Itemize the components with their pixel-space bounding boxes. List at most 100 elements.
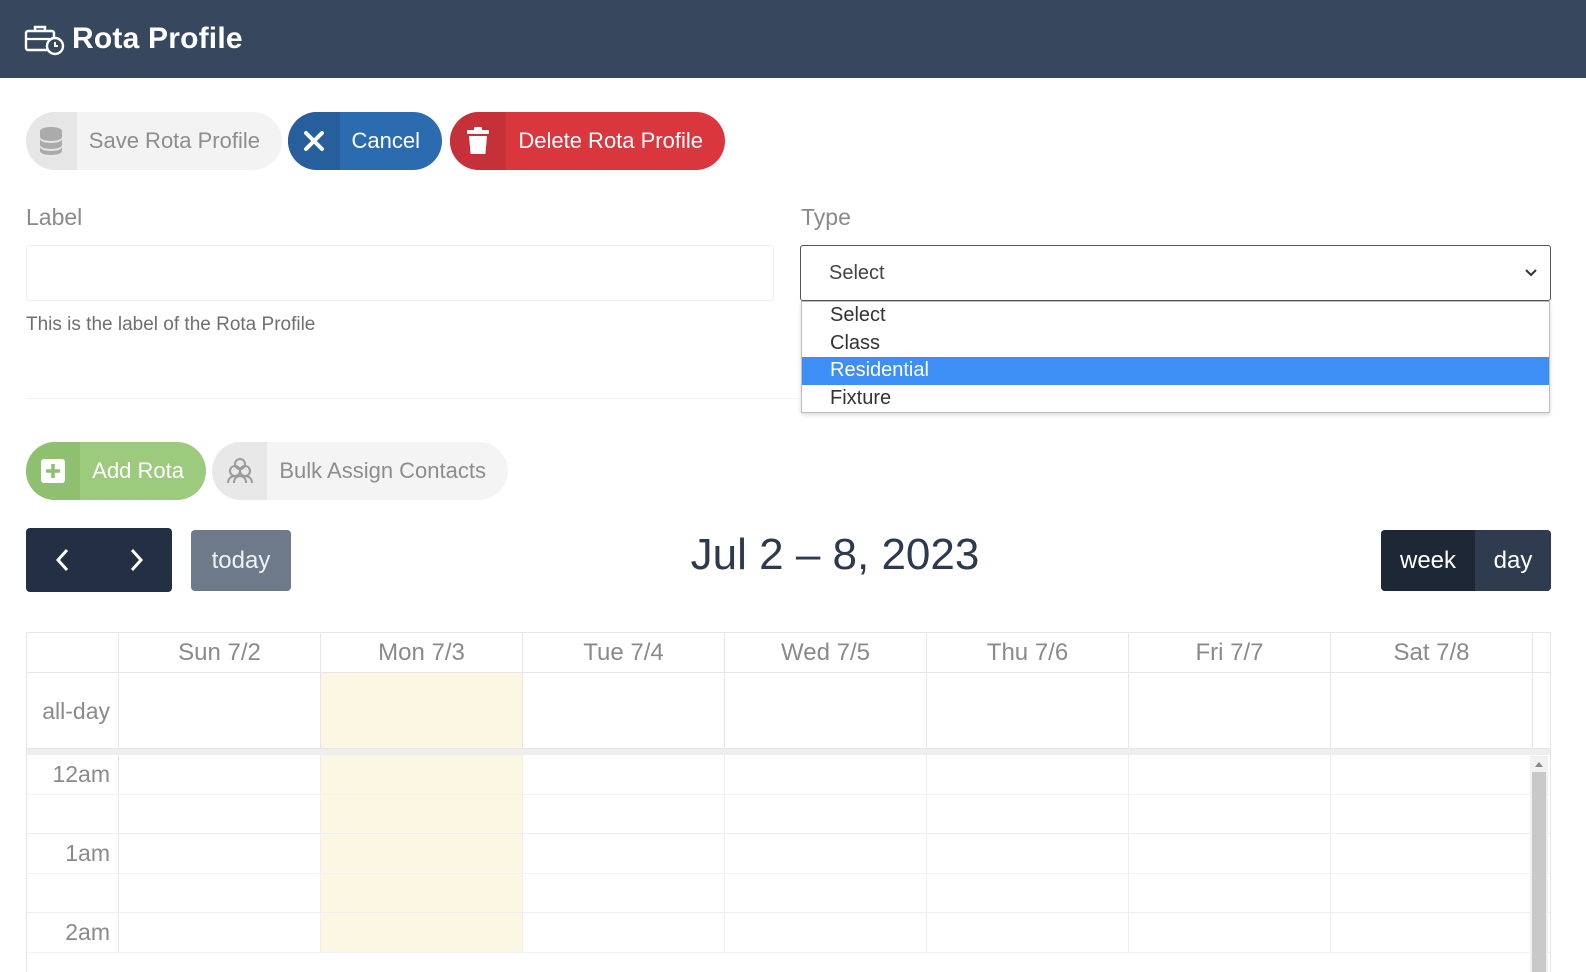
week-view-button[interactable]: week xyxy=(1381,530,1475,591)
time-slot[interactable] xyxy=(523,913,725,952)
time-slot[interactable] xyxy=(1331,873,1533,912)
delete-rota-profile-button[interactable]: Delete Rota Profile xyxy=(450,112,725,170)
scrollbar-thumb[interactable] xyxy=(1532,772,1546,972)
add-rota-label: Add Rota xyxy=(92,458,184,483)
time-slot[interactable] xyxy=(119,913,321,952)
app-header: Rota Profile xyxy=(0,0,1586,78)
database-icon xyxy=(26,112,77,170)
type-dropdown-list: Select Class Residential Fixture xyxy=(801,301,1550,413)
type-select[interactable]: Select xyxy=(800,245,1551,301)
type-option-select[interactable]: Select xyxy=(802,302,1549,330)
close-icon xyxy=(288,112,340,170)
type-option-fixture[interactable]: Fixture xyxy=(802,385,1549,413)
bulk-assign-contacts-button[interactable]: Bulk Assign Contacts xyxy=(212,442,508,500)
time-slot[interactable] xyxy=(725,834,927,873)
time-slot[interactable] xyxy=(523,755,725,794)
allday-cell[interactable] xyxy=(119,673,321,748)
time-slot-row xyxy=(27,873,1550,913)
time-slot[interactable] xyxy=(1331,834,1533,873)
next-week-button[interactable] xyxy=(99,528,172,592)
bulk-assign-contacts-label: Bulk Assign Contacts xyxy=(279,458,486,483)
time-slot[interactable] xyxy=(119,755,321,794)
page-title: Rota Profile xyxy=(72,22,243,55)
column-header-sun: Sun 7/2 xyxy=(119,633,321,672)
time-slot[interactable] xyxy=(1129,834,1331,873)
allday-cell-today[interactable] xyxy=(321,673,523,748)
save-rota-profile-button[interactable]: Save Rota Profile xyxy=(26,112,282,170)
allday-row: all-day xyxy=(27,673,1550,749)
section-divider xyxy=(26,398,800,399)
allday-cell[interactable] xyxy=(1331,673,1533,748)
time-label-empty xyxy=(27,873,119,912)
time-slot[interactable] xyxy=(725,794,927,833)
time-grid: 12am 1am 2am xyxy=(27,755,1550,972)
column-header-mon: Mon 7/3 xyxy=(321,633,523,672)
time-slot[interactable] xyxy=(523,873,725,912)
column-header-fri: Fri 7/7 xyxy=(1129,633,1331,672)
time-slot[interactable] xyxy=(1129,873,1331,912)
time-slot-today[interactable] xyxy=(321,755,523,794)
column-header-thu: Thu 7/6 xyxy=(927,633,1129,672)
time-slot[interactable] xyxy=(927,755,1129,794)
axis-header xyxy=(27,633,119,672)
time-slot[interactable] xyxy=(725,755,927,794)
time-slot-row xyxy=(27,794,1550,834)
time-label: 12am xyxy=(27,755,119,794)
time-label: 1am xyxy=(27,834,119,873)
time-slot-today[interactable] xyxy=(321,834,523,873)
allday-cell[interactable] xyxy=(927,673,1129,748)
time-slot[interactable] xyxy=(1331,755,1533,794)
chevron-right-icon xyxy=(130,548,143,572)
allday-label: all-day xyxy=(27,673,119,748)
time-slot[interactable] xyxy=(523,794,725,833)
time-slot[interactable] xyxy=(1129,755,1331,794)
time-slot-today[interactable] xyxy=(321,873,523,912)
time-slot[interactable] xyxy=(1129,794,1331,833)
time-slot[interactable] xyxy=(119,794,321,833)
time-slot[interactable] xyxy=(927,794,1129,833)
time-label-empty xyxy=(27,794,119,833)
time-slot[interactable] xyxy=(523,834,725,873)
calendar-title: Jul 2 – 8, 2023 xyxy=(690,530,980,579)
time-slot[interactable] xyxy=(1331,794,1533,833)
day-view-button[interactable]: day xyxy=(1475,530,1551,591)
today-button[interactable]: today xyxy=(191,530,291,591)
label-input[interactable] xyxy=(26,245,774,301)
time-slot[interactable] xyxy=(725,913,927,952)
allday-cell[interactable] xyxy=(1129,673,1331,748)
chevron-left-icon xyxy=(55,548,68,572)
delete-rota-profile-label: Delete Rota Profile xyxy=(518,128,703,153)
column-header-tue: Tue 7/4 xyxy=(523,633,725,672)
type-field-label: Type xyxy=(801,204,851,230)
save-rota-profile-label: Save Rota Profile xyxy=(88,128,260,153)
time-slot[interactable] xyxy=(119,873,321,912)
time-slot[interactable] xyxy=(119,834,321,873)
time-label: 2am xyxy=(27,913,119,952)
time-slot-row: 1am xyxy=(27,834,1550,874)
type-option-residential[interactable]: Residential xyxy=(802,357,1549,385)
time-slot-today[interactable] xyxy=(321,913,523,952)
type-select-value: Select xyxy=(829,261,885,284)
time-slot[interactable] xyxy=(927,834,1129,873)
label-field-label: Label xyxy=(26,204,83,230)
time-slot[interactable] xyxy=(927,913,1129,952)
type-option-class[interactable]: Class xyxy=(802,330,1549,358)
time-slot[interactable] xyxy=(1331,913,1533,952)
calendar-grid: Sun 7/2 Mon 7/3 Tue 7/4 Wed 7/5 Thu 7/6 … xyxy=(26,632,1551,972)
users-icon xyxy=(212,442,268,500)
column-header-wed: Wed 7/5 xyxy=(725,633,927,672)
time-slot[interactable] xyxy=(927,873,1129,912)
chevron-down-icon xyxy=(1525,269,1537,277)
time-slot-today[interactable] xyxy=(321,794,523,833)
cancel-button[interactable]: Cancel xyxy=(288,112,442,170)
prev-week-button[interactable] xyxy=(26,528,99,592)
time-slot[interactable] xyxy=(725,873,927,912)
calendar-scrollbar[interactable] xyxy=(1530,756,1548,972)
calendar-nav-group xyxy=(26,528,172,592)
time-slot[interactable] xyxy=(1129,913,1331,952)
allday-cell[interactable] xyxy=(523,673,725,748)
allday-cell[interactable] xyxy=(725,673,927,748)
label-help-text: This is the label of the Rota Profile xyxy=(26,314,316,335)
add-rota-button[interactable]: Add Rota xyxy=(26,442,206,500)
scroll-up-arrow-icon[interactable] xyxy=(1534,760,1544,768)
